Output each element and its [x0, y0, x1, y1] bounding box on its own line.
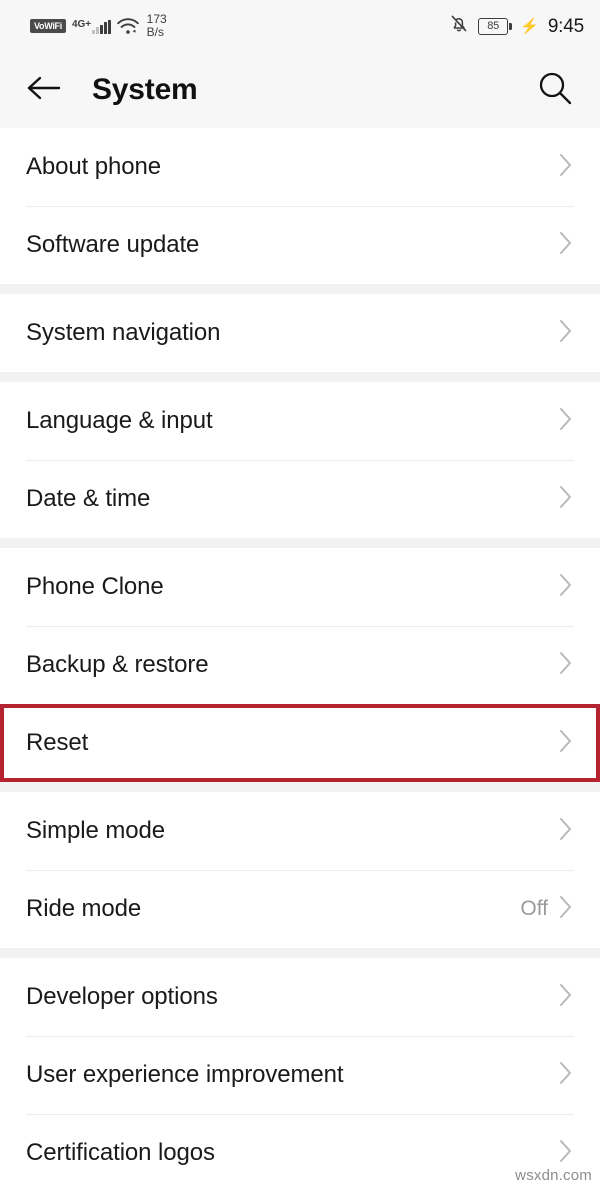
list-item-label: About phone — [26, 153, 162, 180]
list-item-trailing — [558, 981, 574, 1014]
list-item-trailing — [558, 649, 574, 682]
chevron-right-icon — [558, 815, 574, 848]
chevron-right-icon — [558, 483, 574, 516]
chevron-right-icon — [558, 571, 574, 604]
list-item-trailing — [558, 229, 574, 262]
chevron-right-icon — [558, 151, 574, 184]
clock-label: 9:45 — [547, 15, 584, 37]
vowifi-icon: VoWiFi — [30, 19, 66, 33]
wifi-icon — [116, 17, 139, 35]
list-item-trailing: Off — [520, 893, 574, 926]
data-rate-indicator: 173 B/s — [147, 13, 167, 38]
back-button[interactable] — [26, 68, 70, 112]
charging-bolt-icon: ⚡ — [520, 17, 539, 35]
list-item-label: Reset — [26, 729, 89, 756]
list-item-label: Simple mode — [26, 817, 165, 844]
search-icon — [536, 69, 574, 112]
chevron-right-icon — [558, 727, 574, 760]
list-item-label: Backup & restore — [26, 651, 209, 678]
list-item-trailing — [558, 317, 574, 350]
chevron-right-icon — [558, 405, 574, 438]
list-item-label: System navigation — [26, 319, 221, 346]
list-item[interactable]: Language & input — [0, 382, 600, 460]
data-rate-unit: B/s — [146, 25, 164, 39]
list-item-value: Off — [520, 897, 548, 920]
list-item-label: Phone Clone — [26, 573, 164, 600]
settings-group: System navigation — [0, 294, 600, 372]
list-item[interactable]: Software update — [0, 206, 600, 284]
chevron-right-icon — [558, 981, 574, 1014]
list-item[interactable]: Phone Clone — [0, 548, 600, 626]
settings-group: Phone Clone Backup & restore Reset — [0, 548, 600, 782]
list-item[interactable]: Date & time — [0, 460, 600, 538]
list-item-label: Ride mode — [26, 895, 142, 922]
chevron-right-icon — [558, 1137, 574, 1170]
list-item-label: Date & time — [26, 485, 151, 512]
list-item[interactable]: Reset — [0, 704, 600, 782]
list-item-trailing — [558, 483, 574, 516]
list-item[interactable]: Developer options — [0, 958, 600, 1036]
settings-group: Simple mode Ride mode Off — [0, 792, 600, 948]
list-item-trailing — [558, 815, 574, 848]
list-item[interactable]: Simple mode — [0, 792, 600, 870]
list-item-trailing — [558, 151, 574, 184]
signal-strength-bars — [92, 19, 111, 34]
list-item[interactable]: Certification logos — [0, 1114, 600, 1192]
settings-group: Language & input Date & time — [0, 382, 600, 538]
status-bar: VoWiFi 4G+ 173 B/s 85 ⚡ 9:45 — [0, 0, 600, 52]
status-bar-left: VoWiFi 4G+ 173 B/s — [30, 13, 167, 38]
search-button[interactable] — [530, 68, 574, 112]
list-item[interactable]: User experience improvement — [0, 1036, 600, 1114]
settings-group: About phone Software update — [0, 128, 600, 284]
network-type-label: 4G+ — [71, 18, 92, 30]
list-item-label: Software update — [26, 231, 200, 258]
settings-group: Developer options User experience improve… — [0, 958, 600, 1192]
chevron-right-icon — [558, 1059, 574, 1092]
list-item-trailing — [558, 405, 574, 438]
chevron-right-icon — [558, 317, 574, 350]
list-item[interactable]: About phone — [0, 128, 600, 206]
chevron-right-icon — [558, 649, 574, 682]
list-item-label: Developer options — [26, 983, 218, 1010]
chevron-right-icon — [558, 893, 574, 926]
list-item-trailing — [558, 727, 574, 760]
battery-percent-label: 85 — [487, 19, 500, 32]
settings-list: About phone Software update System navigat… — [0, 128, 600, 1192]
battery-icon: 85 — [478, 17, 513, 35]
list-item-trailing — [558, 1137, 574, 1170]
list-item[interactable]: Ride mode Off — [0, 870, 600, 948]
list-item-label: User experience improvement — [26, 1061, 344, 1088]
battery-nub — [509, 22, 513, 30]
chevron-right-icon — [558, 229, 574, 262]
bell-slash-icon — [449, 13, 469, 39]
list-item-trailing — [558, 1059, 574, 1092]
page-title: System — [92, 73, 198, 106]
signal-bars-icon: 4G+ — [72, 19, 111, 34]
watermark: wsxdn.com — [515, 1167, 592, 1184]
list-item-label: Language & input — [26, 407, 213, 434]
list-item-trailing — [558, 571, 574, 604]
status-bar-right: 85 ⚡ 9:45 — [449, 13, 584, 39]
list-item[interactable]: System navigation — [0, 294, 600, 372]
back-arrow-icon — [26, 75, 62, 106]
list-item[interactable]: Backup & restore — [0, 626, 600, 704]
battery-body: 85 — [478, 17, 509, 35]
list-item-label: Certification logos — [26, 1139, 215, 1166]
app-header: System — [0, 52, 600, 128]
